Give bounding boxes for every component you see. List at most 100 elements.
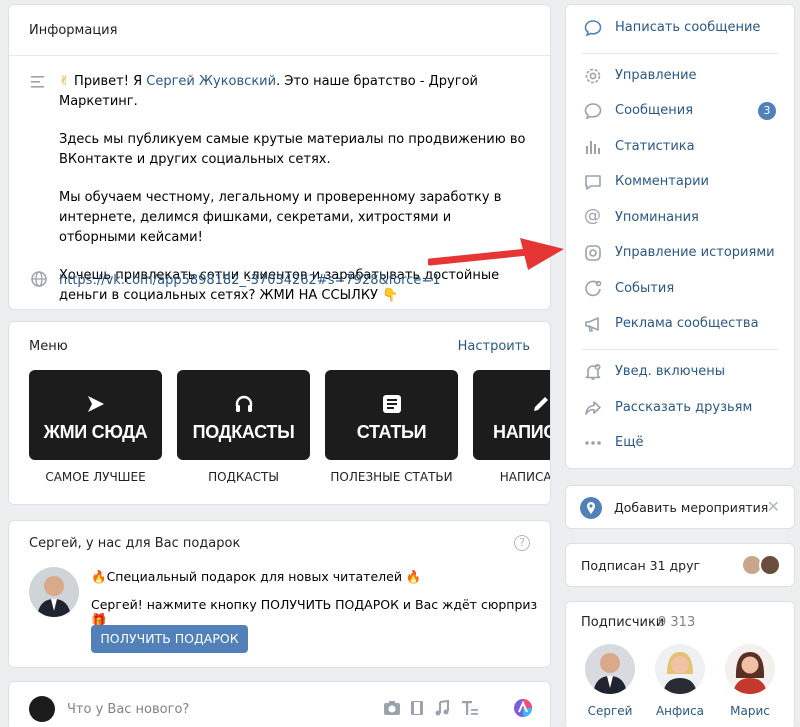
get-gift-button[interactable]: ПОЛУЧИТЬ ПОДАРОК [91, 625, 248, 653]
greeting-before: Привет! Я [74, 74, 147, 89]
avatar [29, 696, 55, 722]
tile-text: ПОДКАСТЫ [192, 422, 295, 442]
tile-label[interactable]: ПОЛЕЗНЫЕ СТАТЬИ [325, 470, 458, 484]
gift-title: Сергей, у нас для Вас подарок [29, 536, 241, 551]
action-ads[interactable]: Реклама сообщества [566, 307, 794, 341]
follower-name: Сергей [587, 704, 633, 718]
tile-label[interactable]: НАПИСАТЬ В [473, 470, 550, 484]
description-icon [31, 75, 47, 89]
gift-card: Сергей, у нас для Вас подарок ? 🔥Специал… [8, 520, 551, 668]
follower-name: Анфиса [655, 704, 705, 718]
message-bubble-icon [584, 19, 602, 37]
gift-line1: 🔥Специальный подарок для новых читателей… [91, 569, 422, 584]
action-label: Сообщения [615, 103, 694, 118]
close-icon[interactable]: ✕ [767, 497, 780, 516]
gear-icon [584, 67, 602, 85]
menu-tile-best[interactable]: ЖМИ СЮДА [29, 370, 162, 460]
action-events[interactable]: События [566, 272, 794, 306]
followers-count: 9 313 [658, 615, 696, 630]
subscribed-friends-label: Подписан 31 друг [581, 558, 701, 573]
menu-tile-articles[interactable]: СТАТЬИ [325, 370, 458, 460]
followers-card: Подписчики 9 313 Сергей Анфиса Марис [565, 601, 795, 727]
follower-item[interactable]: Сергей [580, 644, 640, 718]
menu-tile-podcasts[interactable]: ПОДКАСТЫ [177, 370, 310, 460]
action-notifications[interactable]: Увед. включены [566, 355, 794, 389]
message-bubble-icon [584, 102, 602, 120]
divider [582, 349, 778, 350]
app-icon[interactable] [513, 698, 533, 718]
tile-text: ЖМИ СЮДА [43, 422, 148, 442]
action-more[interactable]: Ещё [566, 426, 794, 460]
action-label: Управление историями [615, 245, 775, 260]
write-message-button[interactable]: Написать сообщение [566, 11, 794, 45]
action-stories[interactable]: Управление историями [566, 236, 794, 270]
follower-item[interactable]: Марис [720, 644, 780, 718]
avatar [655, 644, 705, 694]
action-label: Управление [615, 68, 697, 83]
action-label: Увед. включены [615, 364, 726, 379]
post-composer: Что у Вас нового? [8, 681, 551, 727]
action-mentions[interactable]: @ Упоминания [566, 201, 794, 235]
description-p2: Здесь мы публикуем самые крутые материал… [59, 132, 526, 167]
gift-line2: Сергей! нажмите кнопку ПОЛУЧИТЬ ПОДАРОК … [91, 597, 538, 627]
add-event-label: Добавить мероприятия [614, 500, 769, 515]
action-label: Рассказать друзьям [615, 400, 753, 415]
avatar [29, 567, 79, 617]
bell-icon [584, 363, 602, 381]
action-share[interactable]: Рассказать друзьям [566, 391, 794, 425]
tile-text: НАПИС [493, 422, 551, 442]
greeting: ✌ Привет! Я Сергей Жуковский. Это наше б… [59, 72, 529, 112]
megaphone-icon [584, 315, 602, 333]
community-actions: Написать сообщение Управление Сообщения … [565, 4, 795, 469]
bar-chart-icon [584, 138, 602, 156]
action-label: Комментарии [615, 174, 709, 189]
share-icon [584, 399, 602, 417]
divider [9, 55, 550, 56]
author-link[interactable]: Сергей Жуковский [146, 74, 276, 89]
at-sign-icon: @ [584, 206, 601, 226]
action-comments[interactable]: Комментарии [566, 165, 794, 199]
action-manage[interactable]: Управление [566, 59, 794, 93]
avatar [585, 644, 635, 694]
website-link[interactable]: https://vk.com/app5898182_-37034262#s=79… [59, 273, 441, 288]
help-icon[interactable]: ? [514, 535, 530, 551]
location-pin-icon [580, 497, 602, 519]
post-input[interactable]: Что у Вас нового? [67, 702, 189, 717]
video-icon[interactable] [410, 700, 424, 716]
action-label: События [615, 281, 675, 296]
followers-title[interactable]: Подписчики [581, 615, 664, 630]
configure-link[interactable]: Настроить [458, 339, 530, 354]
send-arrow-icon [86, 394, 106, 414]
tile-label[interactable]: ПОДКАСТЫ [177, 470, 310, 484]
subscribed-friends[interactable]: Подписан 31 друг [565, 543, 795, 587]
red-arrow-annotation [428, 238, 564, 270]
menu-tile-write[interactable]: НАПИС [473, 370, 551, 460]
avatar [725, 644, 775, 694]
music-icon[interactable] [434, 700, 450, 716]
action-label: Ещё [615, 435, 644, 450]
follower-item[interactable]: Анфиса [650, 644, 710, 718]
camera-icon[interactable] [383, 700, 401, 716]
menu-title: Меню [29, 339, 68, 354]
tile-text: СТАТЬИ [356, 422, 427, 442]
text-format-icon[interactable] [461, 700, 479, 716]
action-messages[interactable]: Сообщения 3 [566, 94, 794, 128]
menu-card: Меню Настроить ЖМИ СЮДА САМОЕ ЛУЧШЕЕ ПОД… [8, 321, 551, 505]
globe-icon [31, 271, 47, 287]
unread-badge: 3 [758, 102, 776, 120]
follower-name: Марис [730, 704, 770, 718]
more-dots-icon [584, 434, 602, 452]
comment-icon [584, 173, 602, 191]
add-event-card[interactable]: Добавить мероприятия ✕ [565, 485, 795, 529]
headphones-icon [234, 394, 254, 414]
victory-hand-icon: ✌ [59, 74, 70, 89]
tile-label[interactable]: САМОЕ ЛУЧШЕЕ [29, 470, 162, 484]
article-icon [382, 394, 402, 414]
action-label: Реклама сообщества [615, 316, 759, 331]
events-icon [584, 280, 602, 298]
action-stats[interactable]: Статистика [566, 130, 794, 164]
write-message-label: Написать сообщение [615, 20, 761, 35]
avatar [759, 554, 781, 576]
pencil-icon [531, 394, 550, 414]
action-label: Упоминания [615, 210, 699, 225]
